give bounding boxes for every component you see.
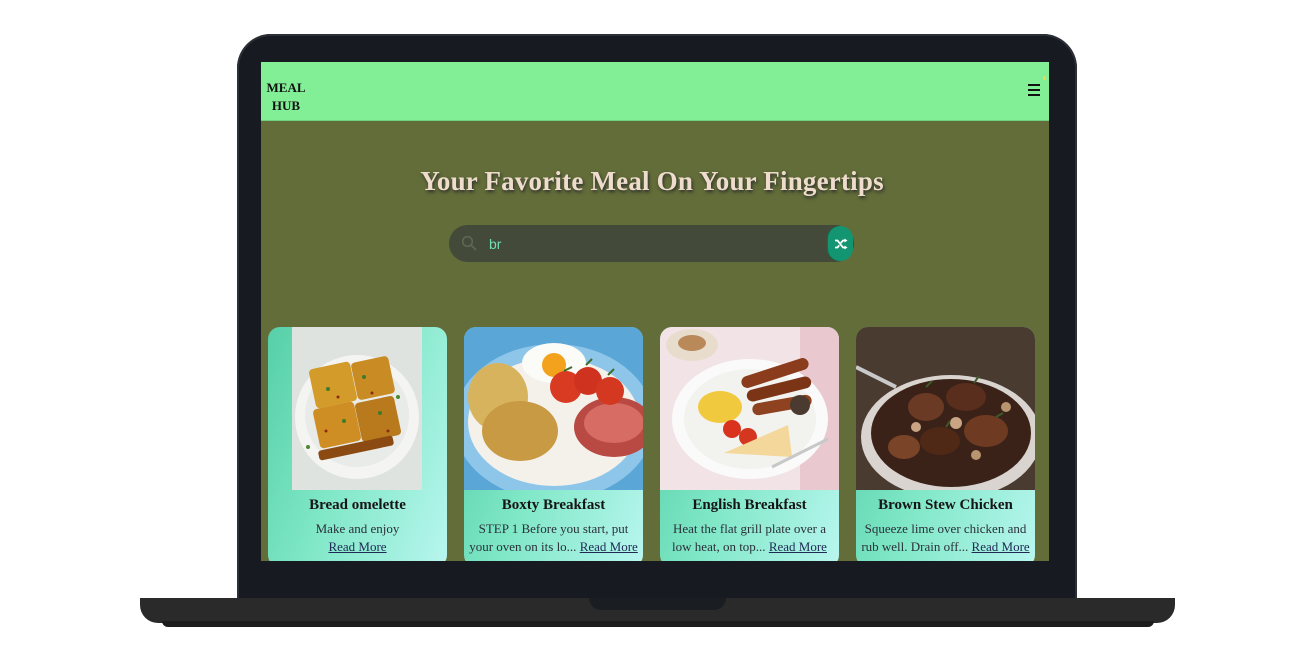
brand-logo[interactable]: MEAL HUB xyxy=(265,79,307,115)
laptop-foot xyxy=(162,621,1154,627)
meal-cards: Bread omelette Make and enjoy Read More xyxy=(261,327,1049,561)
meal-card[interactable]: Boxty Breakfast STEP 1 Before you start,… xyxy=(464,327,643,561)
notification-dot xyxy=(1043,76,1046,80)
read-more-link[interactable]: Read More xyxy=(328,539,386,554)
brand-line-2: HUB xyxy=(271,98,301,113)
read-more-link[interactable]: Read More xyxy=(769,539,827,554)
meal-title: Bread omelette xyxy=(309,497,406,513)
meal-title: Brown Stew Chicken xyxy=(878,497,1013,513)
hero-title: Your Favorite Meal On Your Fingertips xyxy=(420,166,884,196)
meal-description: Heat the flat grill plate over a low hea… xyxy=(664,520,835,556)
app-screen: MEAL HUB Your Favorite Meal On Your Fing… xyxy=(261,62,1049,561)
read-more-link[interactable]: Read More xyxy=(580,539,638,554)
search-icon xyxy=(461,235,477,251)
meal-image xyxy=(660,327,839,490)
shuffle-button[interactable] xyxy=(828,226,853,261)
meal-card[interactable]: English Breakfast Heat the flat grill pl… xyxy=(660,327,839,561)
meal-description: Make and enjoy Read More xyxy=(272,520,443,556)
shuffle-icon xyxy=(834,238,847,249)
meal-image xyxy=(464,327,643,490)
meal-title: Boxty Breakfast xyxy=(501,497,606,513)
brand-line-1: MEAL xyxy=(266,80,306,95)
meal-card[interactable]: Brown Stew Chicken Squeeze lime over chi… xyxy=(856,327,1035,561)
meal-description: STEP 1 Before you start, put your oven o… xyxy=(468,520,639,556)
meal-image xyxy=(856,327,1035,490)
meal-card[interactable]: Bread omelette Make and enjoy Read More xyxy=(268,327,447,561)
meal-title: English Breakfast xyxy=(692,497,807,513)
meal-description: Squeeze lime over chicken and rub well. … xyxy=(860,520,1031,556)
meal-description-text: Make and enjoy xyxy=(315,521,400,536)
search-input[interactable] xyxy=(489,231,819,256)
laptop-notch xyxy=(589,598,726,610)
menu-icon[interactable] xyxy=(1028,82,1042,100)
search-bar xyxy=(449,225,854,262)
read-more-link[interactable]: Read More xyxy=(972,539,1030,554)
meal-image xyxy=(292,327,422,490)
navbar: MEAL HUB xyxy=(261,62,1049,121)
